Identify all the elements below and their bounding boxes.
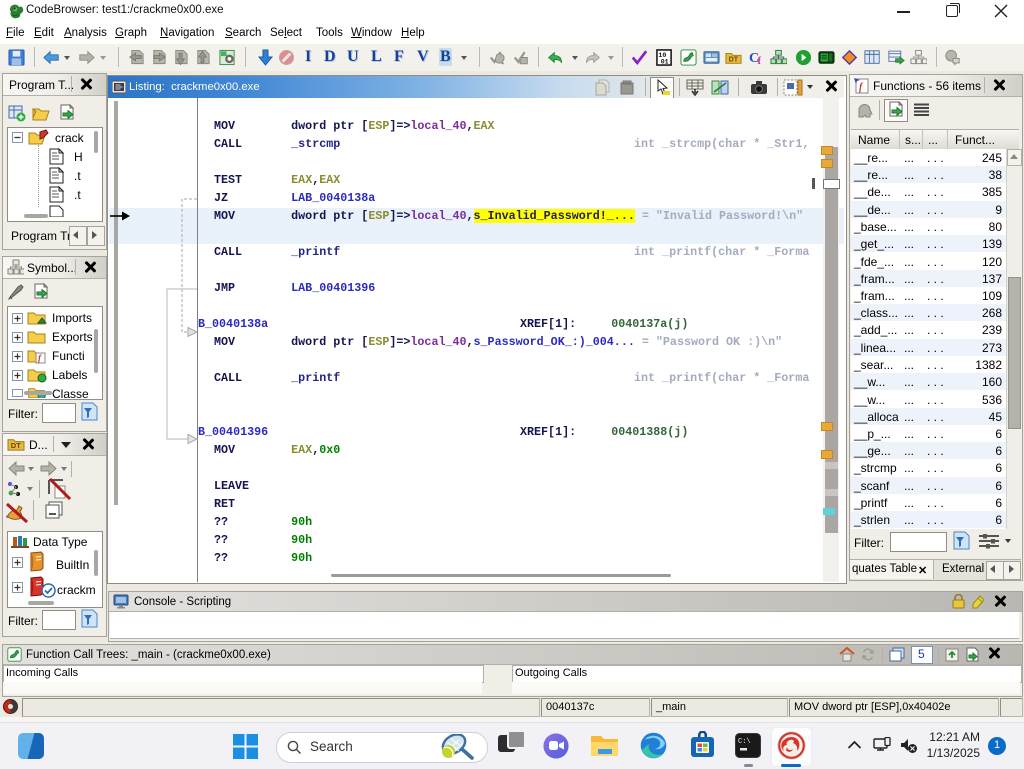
svg-text:f: f [758,56,762,66]
svg-text:01: 01 [661,58,669,66]
svg-text:DT: DT [11,441,21,450]
svg-text:DT: DT [729,56,739,64]
svg-text:C:\: C:\ [738,738,751,746]
